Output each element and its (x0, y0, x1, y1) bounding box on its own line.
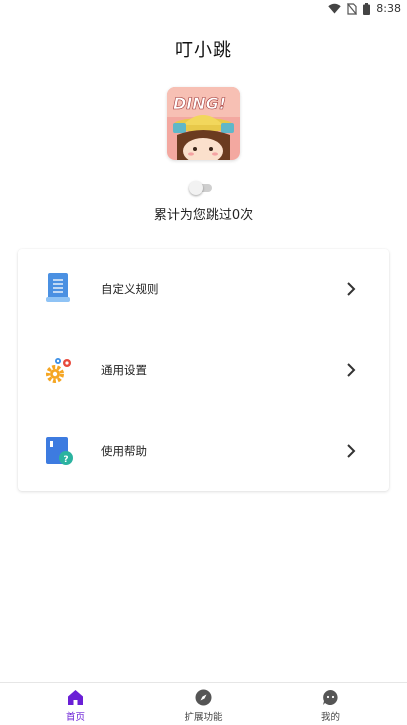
home-icon (67, 689, 84, 706)
chevron-right-icon (345, 361, 357, 379)
app-title: 叮小跳 (175, 40, 232, 61)
nav-label: 扩展功能 (184, 712, 223, 723)
nav-item-mine[interactable]: 我的 (263, 683, 398, 725)
nav-label: 我的 (320, 712, 340, 723)
battery-icon (363, 2, 371, 15)
toggle-thumb (189, 181, 203, 195)
profile-chat-icon (322, 689, 339, 706)
document-icon (44, 271, 74, 307)
service-toggle[interactable] (189, 180, 213, 195)
chevron-right-icon (345, 442, 357, 460)
wifi-icon (328, 3, 341, 14)
menu-item-label: 使用帮助 (101, 444, 147, 458)
jump-count-text: 累计为您跳过0次 (153, 208, 254, 223)
compass-icon (195, 689, 212, 706)
menu-item-custom-rules[interactable]: 自定义规则 (18, 249, 389, 329)
status-bar: 8:38 (0, 0, 407, 20)
chevron-right-icon (345, 280, 357, 298)
screen: 8:38 叮小跳 DING! 累计为您跳过0次 自定义规则 通用设置 ? 使用帮… (0, 0, 407, 725)
status-icons: 8:38 (328, 2, 401, 15)
help-book-icon: ? (44, 433, 74, 469)
no-sim-icon (347, 2, 358, 15)
menu-card: 自定义规则 通用设置 ? 使用帮助 (18, 249, 389, 491)
nav-item-home[interactable]: 首页 (8, 683, 143, 725)
nav-item-extensions[interactable]: 扩展功能 (136, 683, 271, 725)
gears-icon (44, 352, 74, 388)
svg-text:?: ? (63, 455, 68, 465)
app-logo: DING! (167, 87, 240, 160)
logo-text: DING! (173, 94, 226, 113)
nav-label: 首页 (65, 712, 85, 723)
menu-item-label: 通用设置 (101, 363, 147, 377)
menu-item-help[interactable]: ? 使用帮助 (18, 411, 389, 491)
menu-item-label: 自定义规则 (101, 282, 159, 296)
status-time: 8:38 (376, 2, 401, 15)
menu-item-general-settings[interactable]: 通用设置 (18, 330, 389, 410)
bottom-nav: 首页 扩展功能 我的 (0, 682, 407, 725)
